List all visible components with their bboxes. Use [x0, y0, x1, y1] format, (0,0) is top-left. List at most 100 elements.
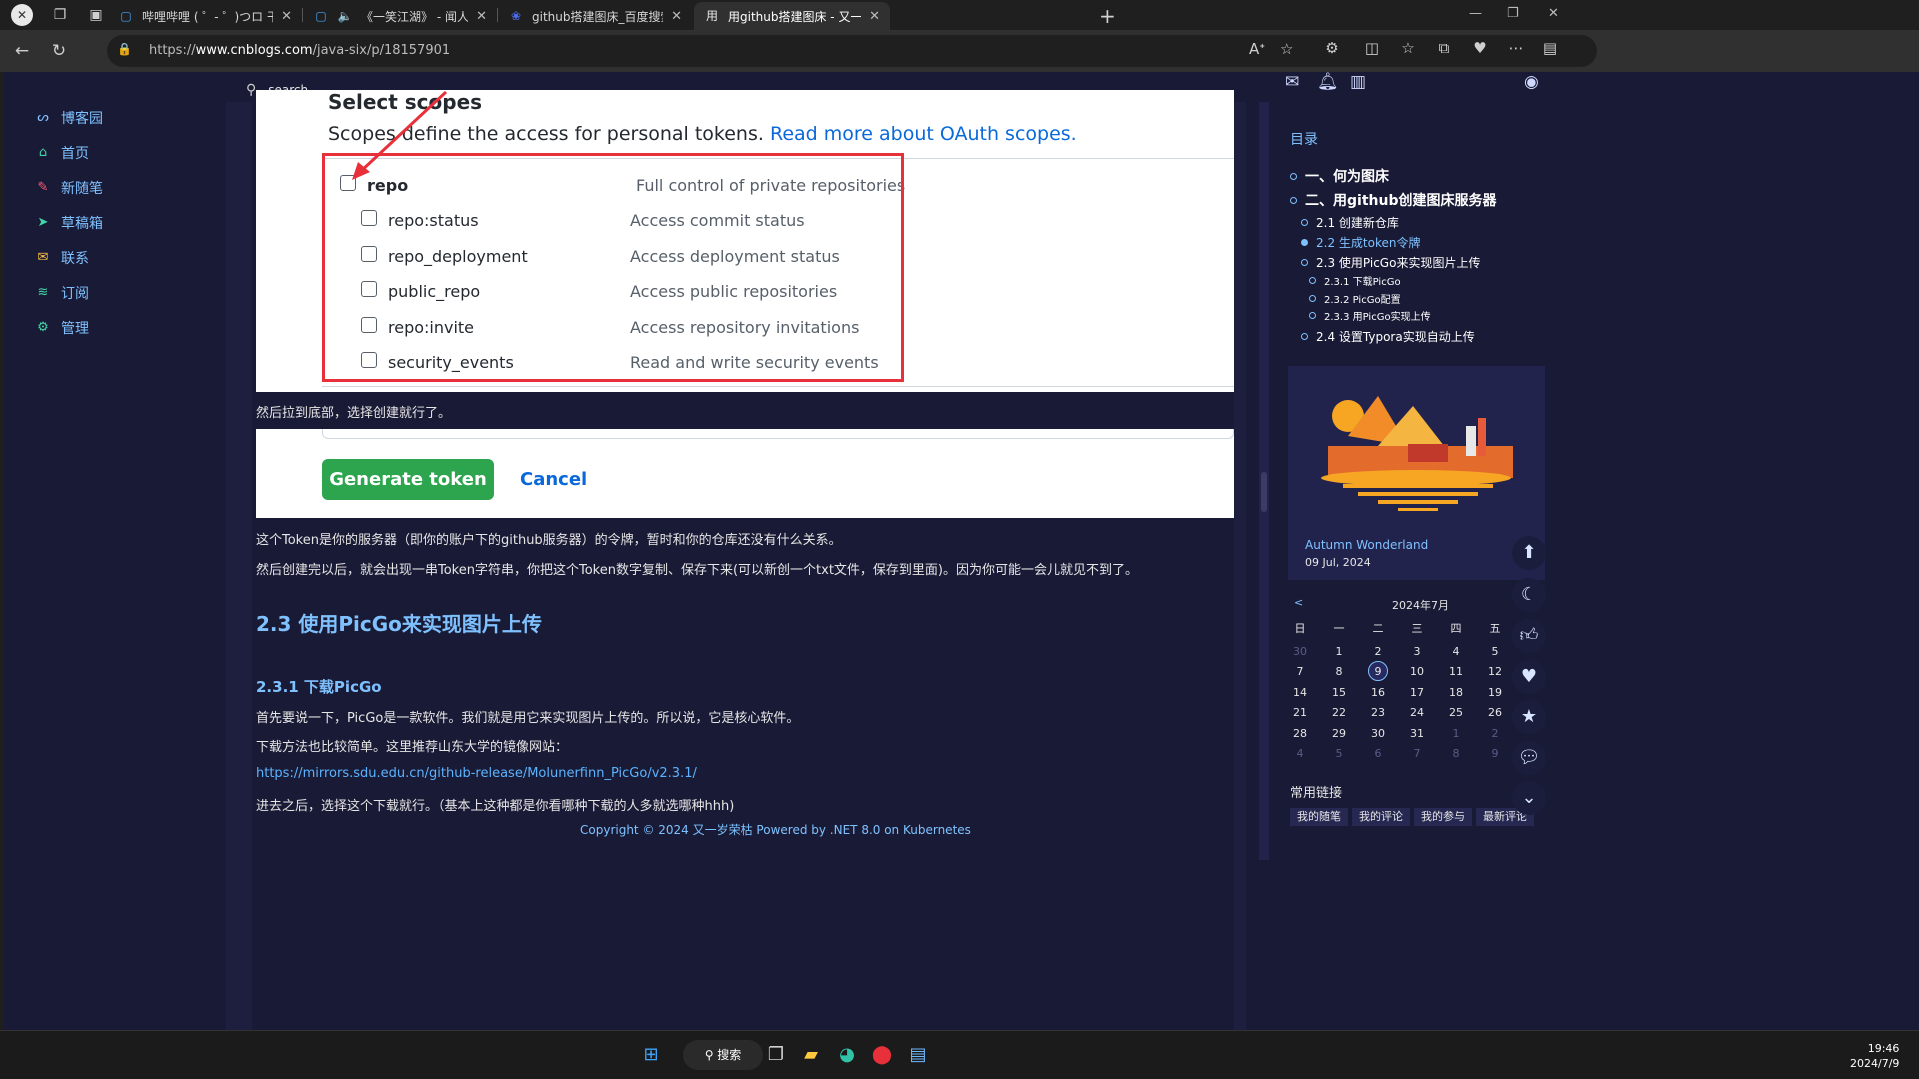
toc-item[interactable]: 2.3.1 下载PicGo — [1309, 273, 1401, 288]
tab-bilibili[interactable]: ▢ 哔哩哔哩 ( ゜- ゜)つロ 干杯~-bilibili ✕ — [108, 2, 302, 30]
vertical-tabs-icon[interactable]: ▣ — [87, 6, 105, 24]
minimize-button[interactable]: — — [1469, 6, 1482, 21]
calendar-day[interactable]: 31 — [1402, 727, 1432, 740]
oauth-scopes-link[interactable]: Read more about OAuth scopes. — [770, 123, 1077, 145]
workspaces-icon[interactable]: ❐ — [51, 6, 69, 24]
calendar-day[interactable]: 1 — [1324, 645, 1354, 658]
calendar-day[interactable]: 22 — [1324, 706, 1354, 719]
close-window-button[interactable]: ✕ — [1548, 6, 1559, 21]
calendar-day[interactable]: 25 — [1441, 706, 1471, 719]
lock-icon[interactable]: 🔒 — [117, 42, 132, 56]
favorite-star-icon[interactable]: ☆ — [1280, 40, 1293, 58]
toc-item[interactable]: 2.3.2 PicGo配置 — [1309, 291, 1401, 306]
toc-item[interactable]: 2.4 设置Typora实现自动上传 — [1301, 328, 1475, 345]
link-my-participation[interactable]: 我的参与 — [1414, 808, 1472, 826]
taskbar-search[interactable]: ⚲ 搜索 — [683, 1040, 763, 1070]
nav-cnblogs[interactable]: ᔕ 博客园 — [35, 108, 103, 128]
calendar-day[interactable]: 17 — [1402, 686, 1432, 699]
link-my-comments[interactable]: 我的评论 — [1352, 808, 1410, 826]
toc-item[interactable]: 2.3.3 用PicGo实现上传 — [1309, 308, 1431, 323]
nav-contact[interactable]: ✉ 联系 — [35, 248, 89, 268]
restore-button[interactable]: ❐ — [1507, 6, 1519, 21]
nav-home[interactable]: ⌂ 首页 — [35, 143, 89, 163]
split-screen-icon[interactable]: ◫ — [1360, 39, 1384, 57]
mail-icon[interactable]: ✉ — [1285, 72, 1299, 92]
calendar-day[interactable]: 16 — [1363, 686, 1393, 699]
calendar-day[interactable]: 30 — [1363, 727, 1393, 740]
stats-icon[interactable]: ▥ — [1350, 72, 1366, 92]
calendar-day[interactable]: 7 — [1285, 665, 1315, 678]
tab-cnblogs-active[interactable]: 用 用github搭建图床 - 又一岁荣枯 ✕ — [694, 2, 890, 30]
close-icon[interactable]: ✕ — [281, 9, 292, 24]
calendar-day[interactable]: 1 — [1441, 727, 1471, 740]
calendar-day[interactable]: 8 — [1441, 747, 1471, 760]
taskbar-clock[interactable]: 19:46 2024/7/9 — [1850, 1041, 1899, 1071]
calendar-day[interactable]: 2 — [1480, 727, 1510, 740]
star-icon[interactable]: ★ — [1512, 700, 1546, 734]
calendar-day[interactable]: 14 — [1285, 686, 1315, 699]
calendar-day[interactable]: 9 — [1480, 747, 1510, 760]
close-icon[interactable]: ✕ — [869, 9, 880, 24]
calendar-day[interactable]: 4 — [1285, 747, 1315, 760]
nav-new-post[interactable]: ✎ 新随笔 — [35, 178, 103, 198]
close-icon[interactable]: ✕ — [476, 9, 487, 24]
mirror-link[interactable]: https://mirrors.sdu.edu.cn/github-releas… — [256, 766, 697, 781]
toc-item[interactable]: 2.1 创建新仓库 — [1301, 214, 1399, 231]
calendar-day[interactable]: 19 — [1480, 686, 1510, 699]
bell-icon[interactable]: 🔔︎ — [1317, 72, 1339, 92]
toc-item[interactable]: 二、用github创建图床服务器 — [1290, 190, 1496, 210]
calendar-day[interactable]: 12 — [1480, 665, 1510, 678]
calendar-day[interactable]: 7 — [1402, 747, 1432, 760]
nav-drafts[interactable]: ➤ 草稿箱 — [35, 213, 103, 233]
edge-browser-icon[interactable]: ◕ — [833, 1041, 861, 1069]
notepad-icon[interactable]: ▤ — [904, 1041, 932, 1069]
calendar-prev-button[interactable]: < — [1294, 596, 1303, 609]
rocket-icon[interactable]: ⬆ — [1512, 536, 1546, 570]
toc-item[interactable]: 一、何为图床 — [1290, 166, 1389, 186]
refresh-button[interactable]: ↻ — [47, 39, 71, 63]
tab-baidu[interactable]: ❀ github搭建图床_百度搜索 ✕ — [498, 2, 692, 30]
calendar-day[interactable]: 3 — [1402, 645, 1432, 658]
calendar-day[interactable]: 11 — [1441, 665, 1471, 678]
profile-avatar[interactable]: ✕ — [11, 4, 33, 26]
sidebar-toggle-icon[interactable]: ▤ — [1538, 39, 1562, 57]
heart-icon[interactable]: ♥ — [1512, 660, 1546, 694]
calendar-day[interactable]: 21 — [1285, 706, 1315, 719]
speaker-icon[interactable]: 🔈 — [337, 8, 353, 24]
toc-item[interactable]: 2.3 使用PicGo来实现图片上传 — [1301, 254, 1480, 271]
windows-start-icon[interactable]: ⊞ — [637, 1041, 665, 1069]
calendar-day[interactable]: 5 — [1324, 747, 1354, 760]
calendar-day[interactable]: 2 — [1363, 645, 1393, 658]
calendar-day[interactable]: 24 — [1402, 706, 1432, 719]
calendar-day[interactable]: 29 — [1324, 727, 1354, 740]
calendar-day[interactable]: 9 — [1363, 665, 1393, 678]
vivaldi-icon[interactable]: ⬤ — [868, 1041, 896, 1069]
calendar-day[interactable]: 8 — [1324, 665, 1354, 678]
calendar-day[interactable]: 15 — [1324, 686, 1354, 699]
nav-manage[interactable]: ⚙ 管理 — [35, 318, 89, 338]
favorites-icon[interactable]: ☆ — [1396, 39, 1420, 57]
calendar-day[interactable]: 5 — [1480, 645, 1510, 658]
new-tab-button[interactable]: + — [1099, 4, 1116, 28]
thumbs-up-icon[interactable]: 👍︎ — [1512, 619, 1546, 653]
close-icon[interactable]: ✕ — [671, 9, 682, 24]
nav-subscribe[interactable]: ≋ 订阅 — [35, 283, 89, 303]
scrollbar-thumb[interactable] — [1261, 472, 1267, 512]
more-menu-icon[interactable]: ⋯ — [1504, 39, 1528, 57]
calendar-day[interactable]: 6 — [1363, 747, 1393, 760]
calendar-day[interactable]: 26 — [1480, 706, 1510, 719]
comment-icon[interactable]: 💬︎ — [1512, 741, 1546, 775]
collections-icon[interactable]: ⧉ — [1432, 39, 1456, 57]
task-view-icon[interactable]: ❐ — [762, 1041, 790, 1069]
calendar-day[interactable]: 30 — [1285, 645, 1315, 658]
calendar-day[interactable]: 10 — [1402, 665, 1432, 678]
toc-item-active[interactable]: 2.2 生成token令牌 — [1301, 234, 1420, 251]
calendar-day[interactable]: 23 — [1363, 706, 1393, 719]
tab-audiobook[interactable]: ▢ 🔈 《一笑江湖》 - 闻人听書_ 哔 ✕ — [303, 2, 497, 30]
profile-name[interactable]: Autumn Wonderland — [1305, 538, 1428, 552]
dark-mode-moon-icon[interactable]: ☾ — [1512, 578, 1546, 612]
file-explorer-icon[interactable]: ▰ — [797, 1041, 825, 1069]
back-button[interactable]: ← — [10, 39, 34, 63]
link-my-posts[interactable]: 我的随笔 — [1290, 808, 1348, 826]
extensions-icon[interactable]: ⚙ — [1320, 39, 1344, 57]
